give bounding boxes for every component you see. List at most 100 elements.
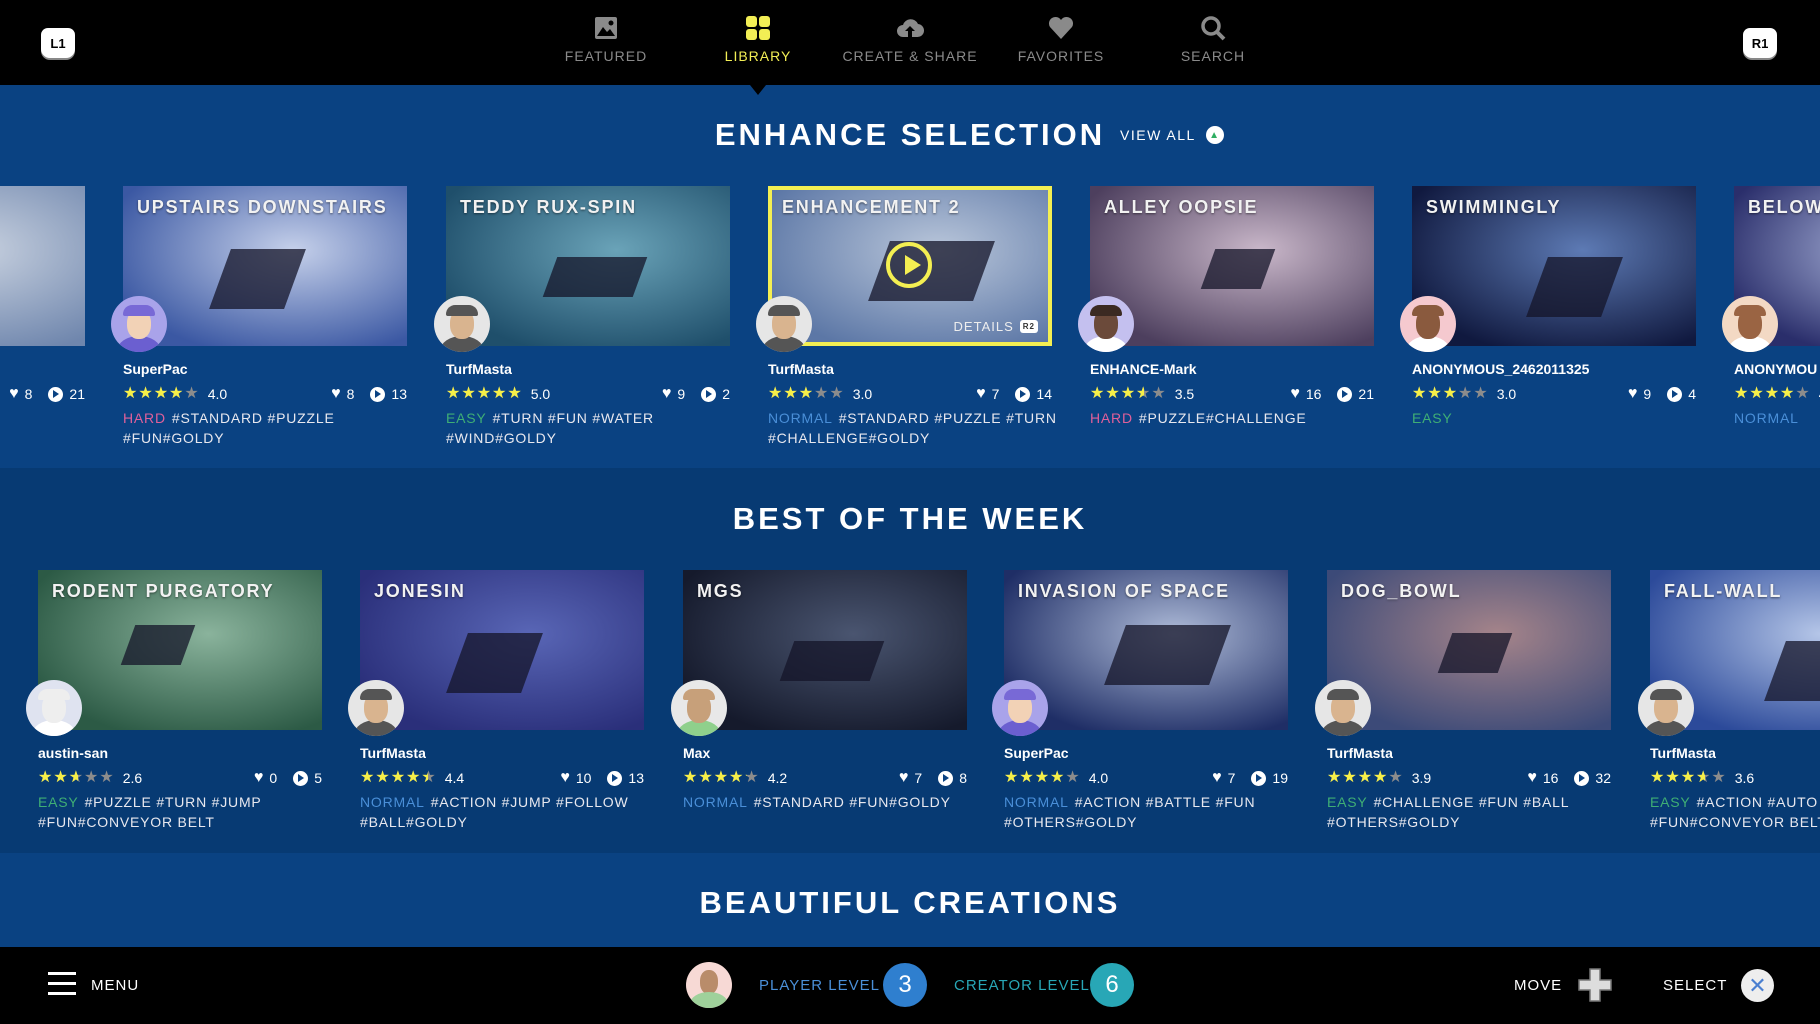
- select-label: SELECT: [1663, 977, 1728, 994]
- creator-avatar[interactable]: [1315, 680, 1371, 736]
- menu-icon[interactable]: [48, 972, 76, 996]
- creator-avatar[interactable]: [1722, 296, 1778, 352]
- r2-button-icon: R2: [1019, 320, 1038, 333]
- plays-count: 19: [1272, 770, 1288, 786]
- star-rating: ★★★★★★★★★★: [683, 769, 760, 786]
- level-preview-shape: [209, 249, 306, 309]
- creator-avatar[interactable]: [1078, 296, 1134, 352]
- star-rating: ★★★★★★★★★★: [1650, 769, 1727, 786]
- creator-name[interactable]: TurfMasta: [768, 361, 834, 377]
- creator-name[interactable]: austin-san: [38, 745, 108, 761]
- creator-avatar[interactable]: [26, 680, 82, 736]
- creator-avatar[interactable]: [671, 680, 727, 736]
- level-stats: ★★★★★★★★★★ 3.5 ♥ 16 21: [1090, 385, 1374, 403]
- level-stats: ♥ 8 21: [0, 385, 85, 403]
- section-title-text: ENHANCE SELECTION: [714, 117, 1106, 152]
- plays-count: 8: [959, 770, 967, 786]
- likes-count: 10: [575, 770, 592, 786]
- avatar-hair: [1650, 689, 1682, 700]
- plays-count: 32: [1595, 770, 1611, 786]
- level-title: SWIMMINGLY: [1426, 197, 1562, 217]
- creator-name[interactable]: Max: [683, 745, 710, 761]
- player-avatar[interactable]: [686, 962, 732, 1008]
- creator-name[interactable]: TurfMasta: [1327, 745, 1393, 761]
- level-title: DOG_BOWL: [1341, 581, 1462, 601]
- level-title: MGS: [697, 581, 744, 601]
- creator-avatar[interactable]: [111, 296, 167, 352]
- bottom-bar: MENU PLAYER LEVEL 3 CREATOR LEVEL 6 MOVE…: [0, 947, 1820, 1024]
- level-stats: ★★★★★★★★★★ 2.6 ♥ 0 5: [38, 769, 322, 787]
- heart-icon: ♥: [976, 385, 986, 402]
- tab-label: SEARCH: [1180, 48, 1246, 64]
- creator-name[interactable]: SuperPac: [123, 361, 188, 377]
- rating-value: 3.5: [1174, 386, 1195, 402]
- plays-count: 5: [314, 770, 322, 786]
- triangle-button-icon: ▲: [1205, 126, 1224, 144]
- plays-count: 13: [628, 770, 644, 786]
- level-title: INVASION OF SPACE: [1018, 581, 1230, 601]
- level-tags: HARD #PUZZLE#CHALLENGE: [1090, 408, 1390, 428]
- star-rating: ★★★★★★★★★★: [1412, 385, 1489, 402]
- view-all-label: VIEW ALL: [1120, 127, 1196, 143]
- rating-value: 5.0: [530, 386, 551, 402]
- level-title: ENHANCEMENT 2: [782, 197, 961, 217]
- menu-label[interactable]: MENU: [91, 977, 139, 994]
- image-icon: [595, 17, 617, 39]
- play-count-icon: [1015, 386, 1031, 402]
- heart-icon: ♥: [898, 769, 909, 786]
- section-beautiful-creations: BEAUTIFUL CREATIONS: [0, 853, 1820, 947]
- tab-create-share[interactable]: CREATE & SHARE: [835, 14, 985, 64]
- level-title: BELOW: [1748, 197, 1820, 217]
- difficulty-label: HARD: [123, 410, 166, 426]
- creator-name[interactable]: ENHANCE-Mark: [1090, 361, 1197, 377]
- creator-name[interactable]: TurfMasta: [360, 745, 426, 761]
- creator-avatar[interactable]: [1400, 296, 1456, 352]
- level-stats: ★★★★★★★★★★ 4.0 ♥ 7 19: [1004, 769, 1288, 787]
- level-preview-shape: [1526, 257, 1623, 317]
- counts: ♥ 10 13: [560, 769, 644, 787]
- level-tags: NORMAL #STANDARD #PUZZLE #TURN #CHALLENGE…: [768, 408, 1068, 448]
- rating-value: 4.0: [1088, 770, 1109, 786]
- details-button[interactable]: DETAILS R2: [954, 319, 1038, 334]
- level-stats: ★★★★★★★★★★ 3.6: [1650, 769, 1820, 787]
- difficulty-label: EASY: [1327, 794, 1368, 810]
- creator-name[interactable]: SuperPac: [1004, 745, 1069, 761]
- section-best-of-the-week: BEST OF THE WEEK RODENT PURGATORY austin-…: [0, 468, 1820, 853]
- level-thumbnail[interactable]: [0, 186, 85, 346]
- avatar-hair: [1090, 305, 1122, 316]
- level-preview-shape: [120, 625, 196, 665]
- creator-avatar[interactable]: [434, 296, 490, 352]
- avatar-hair: [446, 305, 478, 316]
- creator-avatar[interactable]: [1638, 680, 1694, 736]
- rating-value: 2.6: [122, 770, 143, 786]
- difficulty-label: NORMAL: [1004, 794, 1069, 810]
- level-stats: ★★★★★★★★★★4.0: [1734, 385, 1820, 403]
- play-count-icon: [1574, 770, 1590, 786]
- creator-level-label: CREATOR LEVEL: [954, 977, 1090, 994]
- tab-favorites[interactable]: FAVORITES: [986, 14, 1136, 64]
- creator-avatar[interactable]: [756, 296, 812, 352]
- play-count-icon: [48, 386, 64, 402]
- r1-button[interactable]: R1: [1743, 28, 1777, 58]
- view-all-button[interactable]: VIEW ALL ▲: [1120, 126, 1224, 144]
- counts: ♥ 8 13: [331, 385, 407, 403]
- tab-search[interactable]: SEARCH: [1138, 14, 1288, 64]
- player-level-label: PLAYER LEVEL: [759, 977, 880, 994]
- avatar-hair: [768, 305, 800, 316]
- tab-library[interactable]: LIBRARY: [683, 14, 833, 64]
- dpad-icon: [1578, 968, 1612, 1002]
- creator-name[interactable]: TurfMasta: [446, 361, 512, 377]
- tab-featured[interactable]: FEATURED: [531, 14, 681, 64]
- difficulty-label: EASY: [446, 410, 487, 426]
- creator-name[interactable]: ANONYMOUS_2462011325: [1412, 361, 1589, 377]
- likes-count: 8: [346, 386, 355, 402]
- l1-button[interactable]: L1: [41, 28, 75, 58]
- creator-name[interactable]: ANONYMOU: [1734, 361, 1817, 377]
- creator-avatar[interactable]: [992, 680, 1048, 736]
- difficulty-label: NORMAL: [360, 794, 425, 810]
- creator-avatar[interactable]: [348, 680, 404, 736]
- creator-name[interactable]: TurfMasta: [1650, 745, 1716, 761]
- likes-count: 16: [1542, 770, 1559, 786]
- play-icon[interactable]: [886, 242, 932, 288]
- rating-value: 3.6: [1734, 770, 1755, 786]
